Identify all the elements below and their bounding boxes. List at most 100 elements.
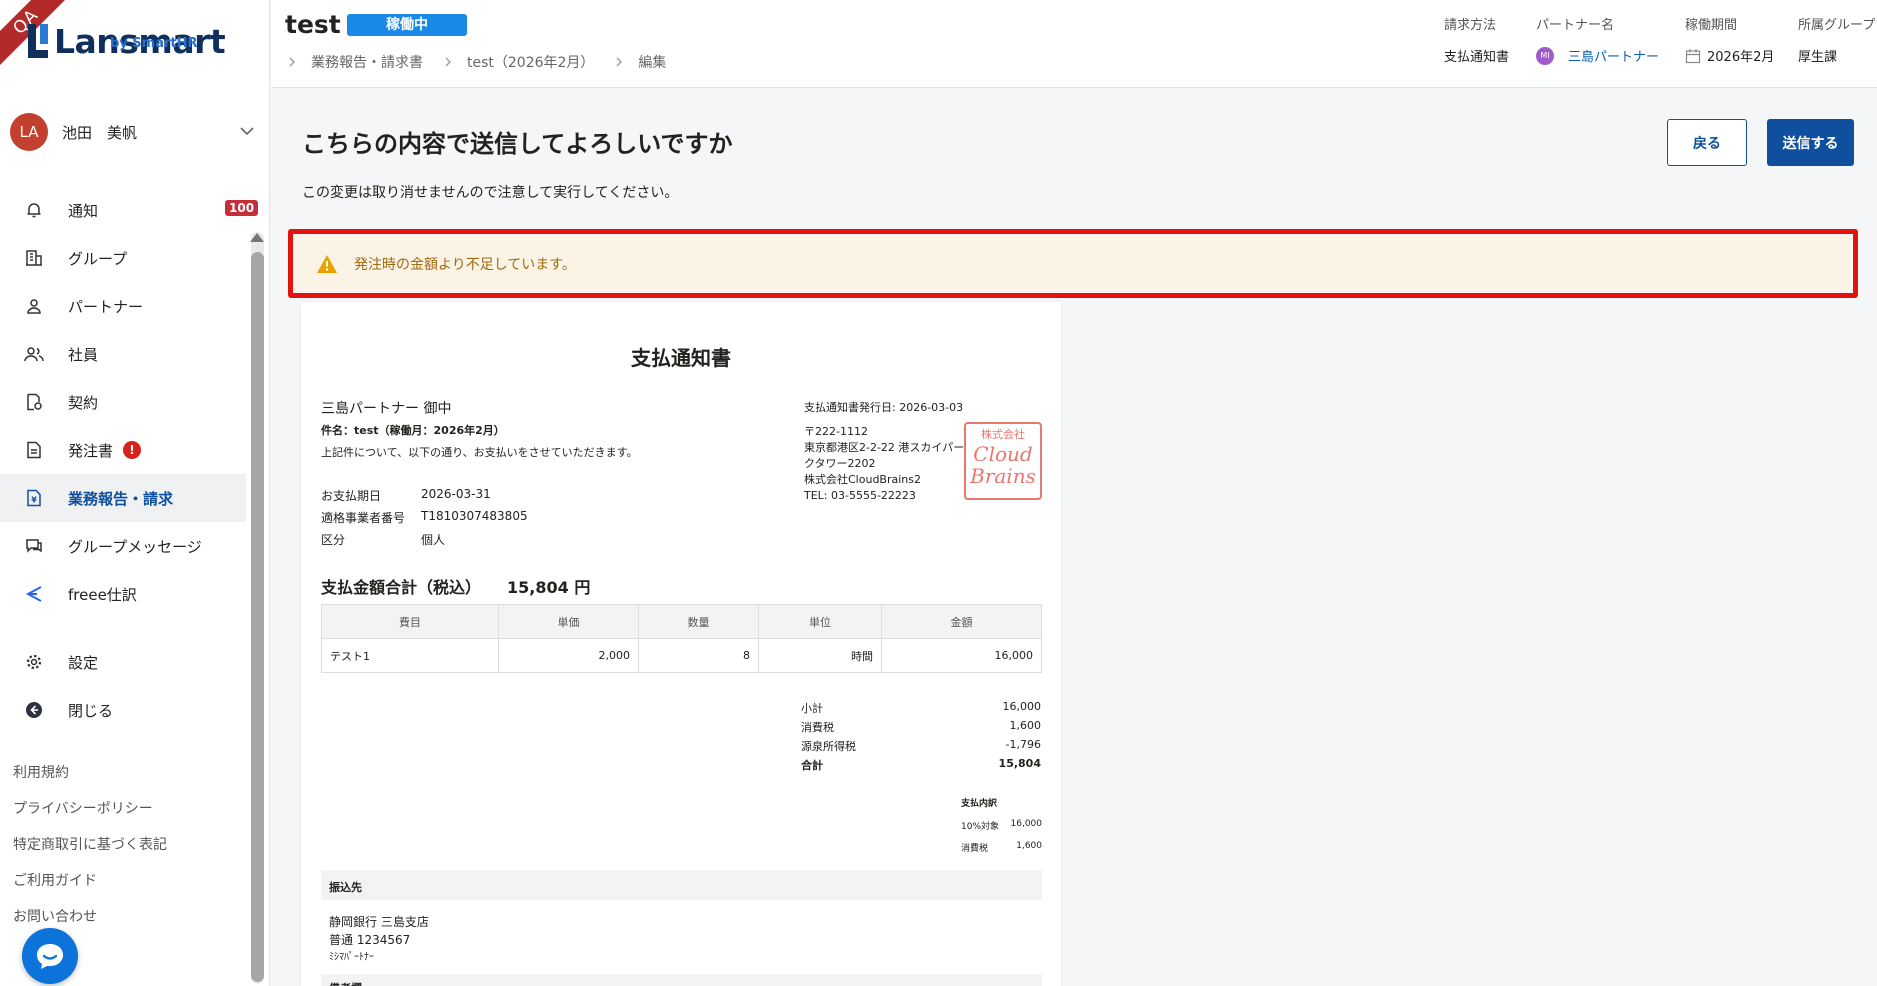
summary-row: 源泉所得税 -1,796 (801, 738, 1041, 757)
scroll-up-arrow-icon[interactable] (250, 233, 264, 242)
seal-top: 株式会社 (981, 428, 1025, 441)
footer-link-privacy[interactable]: プライバシーポリシー (13, 798, 167, 834)
warning-highlight-outline (288, 229, 1858, 298)
seal-line1: Cloud (973, 442, 1033, 466)
sidebar-item-label: 閉じる (68, 701, 114, 720)
cell: 8 (638, 638, 759, 673)
cell: 時間 (758, 638, 882, 673)
bank-line: 静岡銀行 三島支店 (329, 915, 429, 929)
chat-bubble-icon (37, 944, 63, 969)
partner-link[interactable]: MI 三島パートナー (1536, 46, 1659, 65)
chevron-right-icon (445, 57, 451, 67)
sidebar-scrollbar-thumb[interactable] (251, 252, 264, 982)
field-key: お支払期日 (321, 489, 382, 503)
chat-support-button[interactable] (22, 928, 78, 984)
meta-value: 支払通知書 (1444, 50, 1510, 65)
sidebar-item-notifications[interactable]: 通知 100 (0, 186, 259, 234)
meta-label: パートナー名 (1536, 18, 1615, 33)
summary-value: 16,000 (1002, 700, 1042, 713)
sidebar-item-purchase-orders[interactable]: 発注書 ! (0, 426, 246, 474)
issuer-company: 株式会社CloudBrains2 (804, 473, 921, 486)
payment-notice-preview: 支払通知書 三島パートナー 御中 件名：test（稼働月：2026年2月） 上記… (301, 302, 1061, 986)
sidebar-item-work-reports[interactable]: ¥ 業務報告・請求 (0, 474, 246, 522)
breakdown-row: 消費税 1,600 (961, 841, 1042, 863)
confirm-subtitle: この変更は取り消せませんので注意して実行してください。 (302, 185, 679, 201)
sidebar-item-label: 発注書 (68, 441, 114, 460)
calendar-icon (1685, 48, 1701, 63)
people-icon (24, 344, 44, 364)
summary-key: 合計 (801, 759, 823, 772)
issuer-issued-date: 支払通知書発行日: 2026-03-03 (804, 401, 964, 414)
bank-section-header: 振込先 (321, 870, 1042, 900)
cell: 2,000 (498, 638, 639, 673)
partner-avatar: MI (1536, 46, 1554, 65)
breakdown-value: 1,600 (1016, 841, 1042, 851)
meta-label: 稼働期間 (1685, 18, 1738, 33)
sidebar-nav: 通知 100 グループ パートナー 社員 契約 発注書 ! ¥ 業務報告・請求 … (0, 186, 259, 734)
back-button[interactable]: 戻る (1667, 119, 1747, 166)
page-header: test 稼働中 業務報告・請求書 test（2026年2月） 編集 請求方法 … (271, 0, 1877, 88)
sidebar-item-contracts[interactable]: 契約 (0, 378, 246, 426)
sidebar-item-freee[interactable]: freee仕訳 (0, 570, 246, 618)
notification-count-badge: 100 (225, 200, 259, 216)
gear-icon (24, 652, 44, 672)
document-icon (24, 440, 44, 460)
doc-field-registration: 適格事業者番号 T1810307483805 (321, 509, 528, 526)
sidebar-item-partners[interactable]: パートナー (0, 282, 246, 330)
collapse-icon (24, 700, 44, 720)
summary-value: 15,804 (998, 757, 1041, 770)
field-value: 個人 (421, 533, 446, 547)
meta-value: 2026年2月 (1707, 50, 1775, 65)
sidebar-item-group-messages[interactable]: グループメッセージ (0, 522, 246, 570)
notes-section-header: 備考欄 (321, 974, 1042, 986)
send-button[interactable]: 送信する (1767, 119, 1854, 166)
field-key: 区分 (321, 533, 346, 547)
sidebar-item-label: freee仕訳 (68, 585, 137, 604)
breadcrumb: 業務報告・請求書 test（2026年2月） 編集 (287, 52, 686, 72)
avatar: LA (10, 113, 48, 151)
building-icon (24, 248, 44, 268)
chat-icon (24, 536, 44, 556)
payment-breakdown: 支払内訳 10%対象 16,000 消費税 1,600 (961, 796, 1042, 863)
sidebar-item-label: 契約 (68, 393, 99, 412)
footer-link-guide[interactable]: ご利用ガイド (13, 870, 167, 906)
cell: 16,000 (881, 638, 1042, 673)
doc-intro: 上記件について、以下の通り、お支払いをさせていただきます。 (321, 446, 638, 459)
sidebar-item-groups[interactable]: グループ (0, 234, 246, 282)
breakdown-key: 消費税 (961, 844, 989, 854)
chevron-down-icon[interactable] (238, 122, 256, 140)
invoice-icon: ¥ (24, 488, 44, 508)
bank-line: ﾐｼﾏﾊﾟｰﾄﾅｰ (329, 952, 374, 963)
column-header: 数量 (638, 604, 759, 639)
doc-summary: 小計 16,000 消費税 1,600 源泉所得税 -1,796 合計 15,804 (801, 700, 1041, 776)
bank-details: 静岡銀行 三島支店 普通 1234567 ﾐｼﾏﾊﾟｰﾄﾅｰ (329, 913, 429, 967)
meta-value: 厚生課 (1798, 50, 1838, 65)
doc-title: 支払通知書 (631, 346, 731, 370)
summary-row: 小計 16,000 (801, 700, 1041, 719)
table-header-row: 費目 単価 数量 単位 金額 (321, 604, 1042, 639)
sidebar-item-employees[interactable]: 社員 (0, 330, 246, 378)
summary-key: 小計 (801, 702, 823, 715)
sidebar-item-settings[interactable]: 設定 (0, 638, 246, 686)
page-title: test (285, 10, 341, 39)
column-header: 単位 (758, 604, 882, 639)
footer-link-commerce-law[interactable]: 特定商取引に基づく表記 (13, 834, 167, 870)
bell-icon (24, 200, 44, 220)
summary-key: 消費税 (801, 721, 834, 734)
user-name: 池田 美帆 (62, 123, 138, 142)
breadcrumb-item-report[interactable]: test（2026年2月） (467, 52, 594, 72)
alert-badge: ! (123, 441, 142, 459)
footer-link-terms[interactable]: 利用規約 (13, 762, 167, 798)
person-icon (24, 296, 44, 316)
chevron-right-icon (616, 57, 623, 67)
svg-text:¥: ¥ (31, 496, 37, 505)
doc-field-due-date: お支払期日 2026-03-31 (321, 487, 491, 504)
column-header: 単価 (498, 604, 639, 639)
doc-total: 支払金額合計（税込） 15,804 円 (321, 574, 590, 598)
summary-value: 1,600 (1009, 719, 1042, 732)
user-menu[interactable]: LA 池田 美帆 (10, 112, 256, 152)
sidebar-item-close[interactable]: 閉じる (0, 686, 246, 734)
breadcrumb-item-reports[interactable]: 業務報告・請求書 (311, 52, 423, 72)
doc-issuer: 支払通知書発行日: 2026-03-03 〒222-1112 東京都港区2-2-… (804, 400, 969, 504)
summary-key: 源泉所得税 (801, 740, 856, 753)
